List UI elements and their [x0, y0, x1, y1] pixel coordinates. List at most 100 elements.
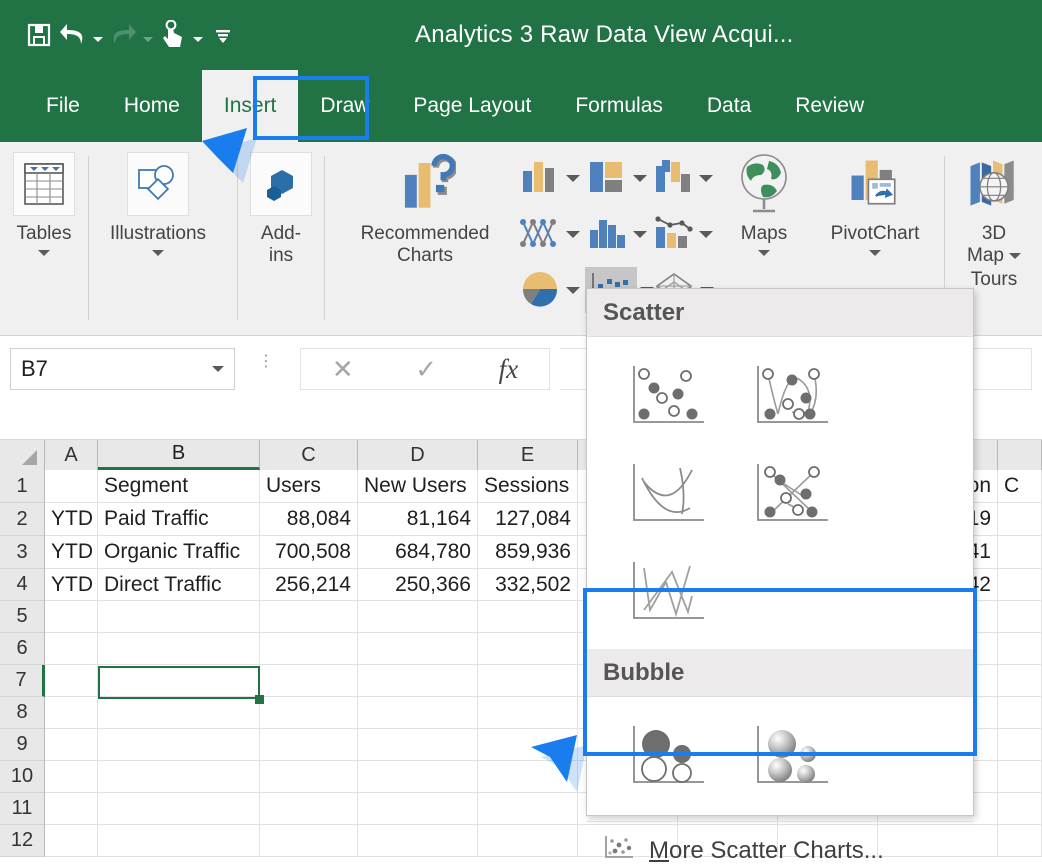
row-header-9[interactable]: 9: [0, 729, 45, 761]
more-scatter-charts-menu-item[interactable]: More Scatter Charts...: [587, 821, 973, 864]
cell-e10[interactable]: [478, 761, 578, 792]
cell-b9[interactable]: [98, 729, 260, 760]
statistic-chart-dropdown-caret[interactable]: [632, 230, 647, 238]
tab-page-layout[interactable]: Page Layout: [391, 70, 553, 142]
row-header-10[interactable]: 10: [0, 761, 45, 793]
row-header-2[interactable]: 2: [0, 503, 45, 536]
cell-b7[interactable]: [98, 665, 260, 696]
cell-a1[interactable]: [45, 470, 98, 502]
cell-e7[interactable]: [478, 665, 578, 696]
cell-c7[interactable]: [260, 665, 358, 696]
row-header-4[interactable]: 4: [0, 569, 45, 601]
tab-file[interactable]: File: [24, 70, 102, 142]
cell-j2[interactable]: [998, 503, 1042, 535]
cell-b11[interactable]: [98, 793, 260, 824]
fill-handle[interactable]: [255, 695, 264, 704]
confirm-check-icon[interactable]: ✓: [415, 354, 437, 385]
cell-d12[interactable]: [358, 825, 478, 856]
cell-d4[interactable]: 250,366: [358, 569, 478, 600]
ribbon-group-recommended-charts[interactable]: Recommended Charts: [330, 142, 520, 334]
cell-c5[interactable]: [260, 601, 358, 632]
cell-j11[interactable]: [998, 793, 1042, 824]
tab-formulas[interactable]: Formulas: [553, 70, 685, 142]
cell-j5[interactable]: [998, 601, 1042, 632]
cell-j12[interactable]: [998, 825, 1042, 856]
ribbon-group-illustrations[interactable]: Illustrations: [89, 142, 227, 334]
cell-b8[interactable]: [98, 697, 260, 728]
scatter-smooth-lines-icon[interactable]: [605, 447, 729, 545]
cell-b4[interactable]: Direct Traffic: [98, 569, 260, 600]
name-box[interactable]: B7: [10, 348, 235, 390]
chart-button-waterfall[interactable]: [652, 158, 719, 198]
chart-button-pie[interactable]: [519, 270, 585, 310]
cancel-x-icon[interactable]: ✕: [332, 354, 354, 385]
chart-button-statistic[interactable]: [586, 214, 653, 254]
cell-e12[interactable]: [478, 825, 578, 856]
formula-bar-grip[interactable]: ⋮: [258, 354, 274, 370]
cell-e11[interactable]: [478, 793, 578, 824]
cell-c3[interactable]: 700,508: [260, 536, 358, 568]
tables-dropdown-caret[interactable]: [38, 249, 50, 256]
cell-c10[interactable]: [260, 761, 358, 792]
redo-icon[interactable]: [106, 12, 140, 58]
bubble-3d-effect-icon[interactable]: [729, 709, 853, 807]
cell-b5[interactable]: [98, 601, 260, 632]
chart-button-line[interactable]: [519, 214, 586, 254]
cell-d3[interactable]: 684,780: [358, 536, 478, 568]
scatter-smooth-lines-markers-icon[interactable]: [729, 349, 853, 447]
combo-chart-dropdown-caret[interactable]: [699, 230, 714, 238]
row-header-5[interactable]: 5: [0, 601, 45, 633]
ribbon-group-addins[interactable]: Add- ins: [239, 142, 323, 334]
cell-b1[interactable]: Segment: [98, 470, 260, 502]
save-icon[interactable]: [22, 12, 56, 58]
cell-e8[interactable]: [478, 697, 578, 728]
row-header-3[interactable]: 3: [0, 536, 45, 569]
row-header-12[interactable]: 12: [0, 825, 45, 857]
cell-j3[interactable]: [998, 536, 1042, 568]
cell-e3[interactable]: 859,936: [478, 536, 578, 568]
cell-a10[interactable]: [45, 761, 98, 792]
scatter-straight-lines-icon[interactable]: [605, 545, 729, 643]
row-header-1[interactable]: 1: [0, 470, 45, 503]
cell-b6[interactable]: [98, 633, 260, 664]
cell-c12[interactable]: [260, 825, 358, 856]
cell-c9[interactable]: [260, 729, 358, 760]
undo-dropdown-caret[interactable]: [90, 12, 106, 58]
cell-e9[interactable]: [478, 729, 578, 760]
scatter-straight-lines-markers-icon[interactable]: [729, 447, 853, 545]
cell-d5[interactable]: [358, 601, 478, 632]
name-box-dropdown-caret[interactable]: [212, 366, 224, 372]
cell-c8[interactable]: [260, 697, 358, 728]
column-header-d[interactable]: D: [358, 440, 478, 470]
cell-d6[interactable]: [358, 633, 478, 664]
cell-a7[interactable]: [45, 665, 98, 696]
column-chart-dropdown-caret[interactable]: [566, 174, 580, 182]
3d-map-dropdown-caret[interactable]: [1008, 252, 1021, 259]
cell-j8[interactable]: [998, 697, 1042, 728]
cell-j10[interactable]: [998, 761, 1042, 792]
tab-draw[interactable]: Draw: [298, 70, 391, 142]
column-header-j[interactable]: [998, 440, 1042, 470]
customize-qat-icon[interactable]: [206, 12, 240, 58]
cell-d7[interactable]: [358, 665, 478, 696]
cell-c6[interactable]: [260, 633, 358, 664]
cell-j9[interactable]: [998, 729, 1042, 760]
hierarchy-chart-dropdown-caret[interactable]: [632, 174, 647, 182]
cell-a11[interactable]: [45, 793, 98, 824]
cell-c11[interactable]: [260, 793, 358, 824]
cell-j4[interactable]: [998, 569, 1042, 600]
column-header-b[interactable]: B: [98, 440, 260, 470]
touch-mode-dropdown-caret[interactable]: [190, 12, 206, 58]
column-header-a[interactable]: A: [45, 440, 98, 470]
column-header-c[interactable]: C: [260, 440, 358, 470]
cell-a5[interactable]: [45, 601, 98, 632]
cell-a9[interactable]: [45, 729, 98, 760]
cell-d2[interactable]: 81,164: [358, 503, 478, 535]
chart-button-column[interactable]: [519, 158, 586, 198]
row-header-6[interactable]: 6: [0, 633, 45, 665]
tab-data[interactable]: Data: [685, 70, 773, 142]
ribbon-group-tables[interactable]: Tables: [0, 142, 88, 334]
cell-a2[interactable]: YTD: [45, 503, 98, 535]
chart-button-hierarchy[interactable]: [586, 158, 653, 198]
maps-dropdown-caret[interactable]: [758, 249, 770, 256]
